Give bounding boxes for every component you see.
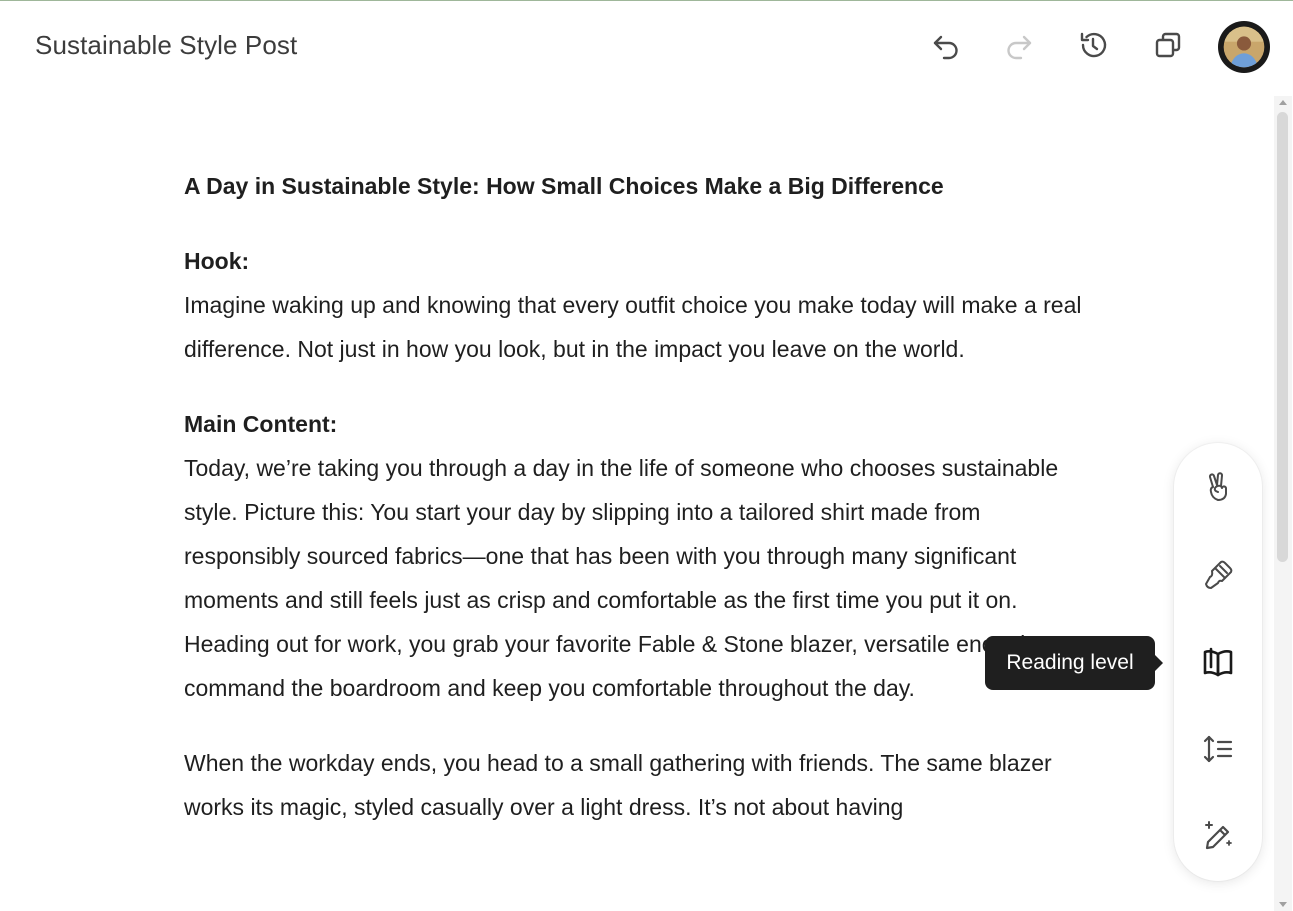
document-body[interactable]: A Day in Sustainable Style: How Small Ch… [184, 164, 1084, 860]
section-hook: Hook: Imagine waking up and knowing that… [184, 239, 1084, 371]
version-history-button[interactable] [1073, 25, 1113, 65]
adjust-length-icon [1203, 735, 1233, 763]
redo-button[interactable] [999, 25, 1039, 65]
suggest-edits-tool-button[interactable] [1196, 814, 1240, 858]
user-avatar[interactable] [1218, 21, 1270, 73]
magic-pencil-icon [1205, 821, 1232, 850]
section-main-content: Main Content: Today, we’re taking you th… [184, 402, 1084, 710]
history-icon [1080, 32, 1107, 58]
section-text: When the workday ends, you head to a sma… [184, 750, 1052, 820]
reading-level-tool-button[interactable] [1196, 640, 1240, 684]
polish-tool-button[interactable] [1196, 553, 1240, 597]
section-heading: Main Content: [184, 411, 338, 437]
section-text: Today, we’re taking you through a day in… [184, 455, 1059, 701]
scrollbar[interactable] [1274, 96, 1292, 911]
copy-icon [1155, 32, 1181, 58]
peace-hand-icon [1208, 472, 1228, 501]
section-text: Imagine waking up and knowing that every… [184, 292, 1082, 362]
adjust-length-tool-button[interactable] [1196, 727, 1240, 771]
document-title: Sustainable Style Post [35, 30, 298, 60]
scrollbar-thumb[interactable] [1277, 112, 1288, 562]
section-paragraph: When the workday ends, you head to a sma… [184, 741, 1084, 829]
post-title: A Day in Sustainable Style: How Small Ch… [184, 173, 944, 199]
section-heading: Hook: [184, 248, 250, 274]
writing-tools-panel [1174, 443, 1262, 881]
scroll-down-icon[interactable] [1279, 902, 1287, 907]
copy-button[interactable] [1148, 25, 1188, 65]
tooltip: Reading level [985, 636, 1163, 690]
undo-button[interactable] [926, 25, 966, 65]
undo-icon [933, 35, 958, 60]
avatar-icon [1223, 26, 1265, 68]
redo-icon [1007, 35, 1032, 60]
book-icon [1203, 647, 1233, 677]
brush-icon [1205, 560, 1233, 589]
header: Sustainable Style Post [0, 1, 1293, 91]
emoji-tool-button[interactable] [1196, 466, 1240, 510]
scroll-up-icon[interactable] [1279, 100, 1287, 105]
